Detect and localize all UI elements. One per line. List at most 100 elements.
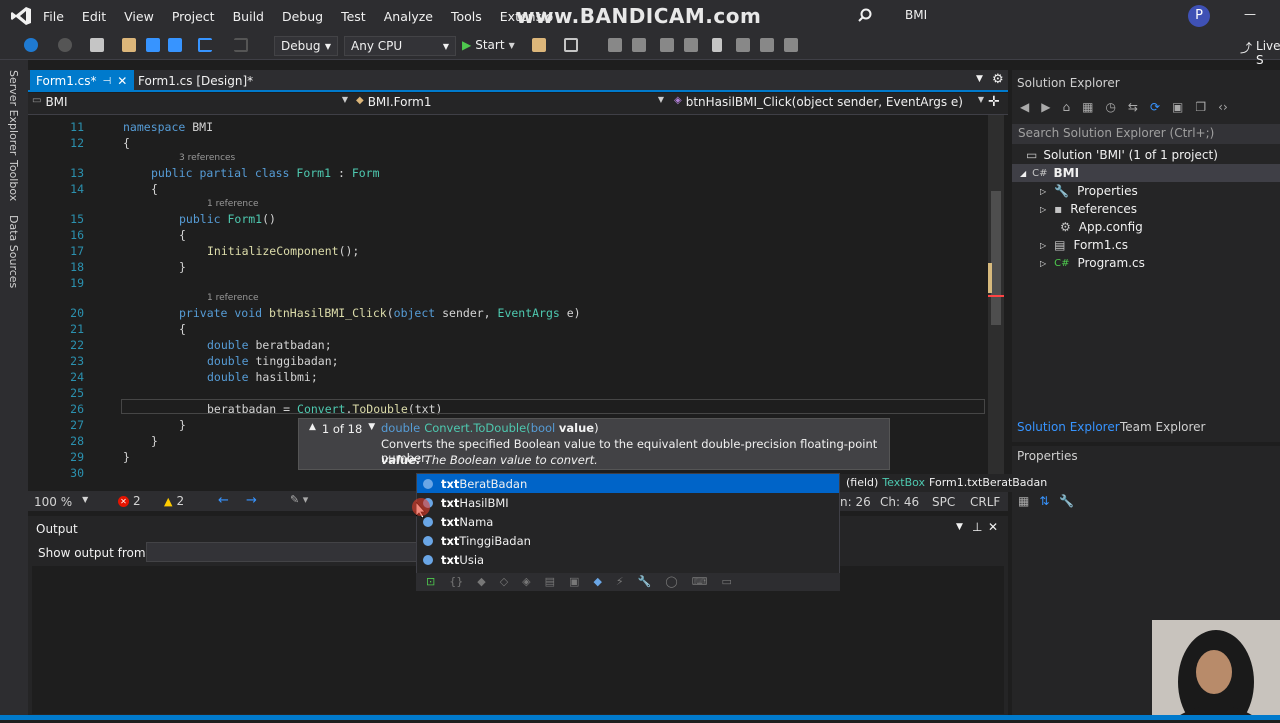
bookmark-prev-icon[interactable] (736, 38, 750, 52)
tree-project[interactable]: ◢ C# BMI (1012, 164, 1280, 182)
alphabetical-icon[interactable]: ⇅ (1039, 494, 1049, 508)
save-all-icon[interactable] (168, 38, 182, 52)
completion-item[interactable]: txt BeratBadan (417, 474, 839, 493)
completion-item[interactable]: txt Nama (417, 512, 839, 531)
property-filter-icon[interactable]: 🔧 (638, 575, 652, 588)
local-filter-icon[interactable]: ◯ (665, 575, 677, 588)
uncomment-icon[interactable] (684, 38, 698, 52)
code-line[interactable]: 14 { (28, 182, 958, 198)
event-filter-icon[interactable]: ⚡ (616, 575, 624, 588)
sync-icon[interactable]: ⇆ (1128, 100, 1138, 114)
start-button[interactable]: ▶ Start ▼ (462, 38, 515, 52)
configuration-dropdown[interactable]: Debug ▼ (274, 36, 338, 56)
menu-item-analyze[interactable]: Analyze (375, 9, 442, 24)
code-line[interactable]: 12 { (28, 136, 958, 152)
pin-icon[interactable]: ⊥ (972, 520, 982, 534)
menu-item-file[interactable]: File (34, 9, 73, 24)
snippet-filter-icon[interactable]: ▭ (722, 575, 732, 588)
member-dropdown[interactable]: ◈ btnHasilBMI_Click(object sender, EventA… (674, 95, 984, 109)
delegate-filter-icon[interactable]: ▣ (569, 575, 579, 588)
code-view-icon[interactable]: ‹› (1218, 100, 1228, 114)
keyword-filter-icon[interactable]: ⌨ (692, 575, 708, 588)
browser-link-icon[interactable] (564, 38, 578, 52)
menu-item-test[interactable]: Test (332, 9, 375, 24)
search-icon[interactable] (858, 8, 872, 22)
code-line[interactable]: 18} (28, 260, 958, 276)
codelens-references[interactable]: 1 reference (207, 293, 259, 303)
tree-item-references[interactable]: ▷ ▪ References (1040, 200, 1137, 218)
brush-icon[interactable]: ✎ ▾ (290, 493, 308, 506)
interface-filter-icon[interactable]: ◈ (522, 575, 530, 588)
data-sources-tab[interactable]: Data Sources (7, 215, 20, 288)
switch-views-icon[interactable]: ▦ (1082, 100, 1093, 114)
code-line[interactable]: 20 private void btnHasilBMI_Click(object … (28, 306, 958, 322)
class-filter-icon[interactable]: ◆ (477, 575, 485, 588)
show-all-icon[interactable]: ❐ (1195, 100, 1206, 114)
user-avatar[interactable]: P (1188, 5, 1210, 27)
comment-icon[interactable] (660, 38, 674, 52)
save-icon[interactable] (146, 38, 160, 52)
home-icon[interactable]: ⌂ (1062, 100, 1070, 114)
menu-item-tools[interactable]: Tools (442, 9, 491, 24)
code-line[interactable]: 11 namespace BMI (28, 120, 958, 136)
editor-scrollbar[interactable] (988, 115, 1004, 491)
pin-icon[interactable]: ⊣ (103, 76, 112, 87)
new-project-icon[interactable] (90, 38, 104, 52)
bookmark-icon[interactable] (712, 38, 722, 52)
attach-icon[interactable] (532, 38, 546, 52)
close-icon[interactable]: ✕ (117, 74, 127, 88)
gear-icon[interactable]: ⚙ (992, 72, 1004, 87)
warnings-indicator[interactable]: ▲ 2 (164, 494, 184, 508)
code-line[interactable]: 24 double hasilbmi; (28, 370, 958, 386)
nav-forward-icon[interactable]: → (246, 493, 257, 508)
menu-item-project[interactable]: Project (163, 9, 224, 24)
field-filter-icon[interactable]: ◆ (593, 575, 601, 588)
back-icon[interactable]: ◀ (1020, 100, 1029, 114)
forward-icon[interactable]: ▶ (1041, 100, 1050, 114)
completion-item[interactable]: txt TinggiBadan (417, 531, 839, 550)
class-dropdown[interactable]: ◆ BMI.Form1 ▼ (356, 95, 664, 109)
property-pages-icon[interactable]: 🔧 (1059, 494, 1074, 508)
codelens-references[interactable]: 3 references (179, 153, 235, 163)
categorized-icon[interactable]: ▦ (1018, 494, 1029, 508)
code-line[interactable]: 19 (28, 276, 958, 292)
back-icon[interactable] (24, 38, 38, 52)
menu-item-build[interactable]: Build (224, 9, 273, 24)
nav-back-icon[interactable]: ← (218, 493, 229, 508)
struct-filter-icon[interactable]: ◇ (500, 575, 508, 588)
forward-icon[interactable] (58, 38, 72, 52)
platform-dropdown[interactable]: Any CPU ▼ (344, 36, 456, 56)
tab-form1-cs[interactable]: Form1.cs* ⊣ ✕ (30, 70, 134, 92)
code-line[interactable]: 16 { (28, 228, 958, 244)
refresh-icon[interactable]: ⟳ (1150, 100, 1160, 114)
align-icon[interactable] (608, 38, 622, 52)
completion-item[interactable]: txt HasilBMI (417, 493, 839, 512)
live-share-button[interactable]: ⤴ Live S (1240, 39, 1280, 67)
code-line[interactable]: 23 double tinggibadan; (28, 354, 958, 370)
tab-solution-explorer[interactable]: Solution Explorer (1017, 420, 1120, 434)
indent-icon[interactable] (632, 38, 646, 52)
tree-solution[interactable]: ▭ Solution 'BMI' (1 of 1 project) (1026, 146, 1218, 164)
tab-team-explorer[interactable]: Team Explorer (1120, 420, 1206, 434)
panel-dropdown-icon[interactable]: ▼ (956, 522, 963, 532)
bookmark-next-icon[interactable] (760, 38, 774, 52)
clear-bookmarks-icon[interactable] (784, 38, 798, 52)
tab-form1-design[interactable]: Form1.cs [Design]* (134, 70, 253, 92)
menu-item-debug[interactable]: Debug (273, 9, 332, 24)
show-output-dropdown[interactable] (146, 542, 418, 562)
scrollbar-thumb[interactable] (991, 191, 1001, 325)
menu-item-edit[interactable]: Edit (73, 9, 115, 24)
code-line[interactable]: 17 InitializeComponent(); (28, 244, 958, 260)
tab-overflow-icon[interactable]: ▼ (976, 74, 983, 84)
tree-item-app-config[interactable]: ⚙ App.config (1060, 218, 1143, 236)
signature-counter[interactable]: ▲ 1 of 18 ▼ (309, 422, 375, 436)
expand-filter-icon[interactable]: ⊡ (426, 575, 435, 588)
errors-indicator[interactable]: ✕ 2 (118, 494, 141, 508)
tree-item-form1[interactable]: ▷ ▤ Form1.cs (1040, 236, 1128, 254)
code-line[interactable]: 22 double beratbadan; (28, 338, 958, 354)
close-icon[interactable]: ✕ (988, 520, 998, 534)
tree-item-program[interactable]: ▷ C# Program.cs (1040, 254, 1145, 272)
codelens-references[interactable]: 1 reference (207, 199, 259, 209)
server-explorer-tab[interactable]: Server Explorer (7, 70, 20, 155)
solution-search-input[interactable]: Search Solution Explorer (Ctrl+;) (1012, 124, 1280, 144)
